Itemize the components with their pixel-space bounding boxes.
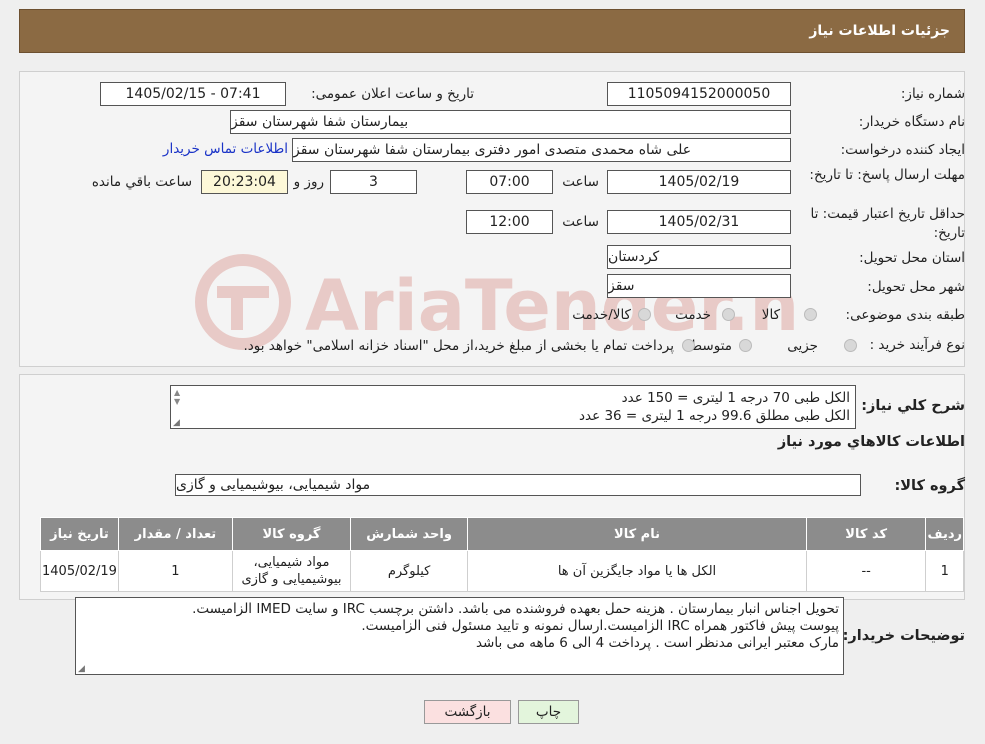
goods-group-label: گروه کالا:: [894, 478, 965, 494]
process-payment-checkbox[interactable]: [682, 339, 695, 352]
province-field[interactable]: کردستان: [607, 245, 791, 269]
validity-time-field[interactable]: 12:00: [466, 210, 553, 234]
table-row[interactable]: 1 -- الکل ها یا مواد جایگزین آن ها کیلوگ…: [40, 550, 964, 592]
col-date: تاريخ نياز: [40, 517, 119, 551]
cell-qty: 1: [117, 550, 233, 592]
deadline-label: مهلت ارسال پاسخ: تا تاریخ:: [809, 167, 965, 183]
goods-info-title: اطلاعات کالاهاي مورد نياز: [777, 434, 965, 450]
payment-note: پرداخت تمام یا بخشی از مبلغ خرید،از محل …: [243, 338, 674, 354]
summary-line-1: الکل طبی 70 درجه 1 لیتری = 150 عدد: [621, 390, 850, 406]
days-remaining-field[interactable]: 3: [330, 170, 417, 194]
cell-unit: کیلوگرم: [350, 550, 469, 592]
resize-grip-icon[interactable]: ◢: [78, 664, 85, 674]
need-number-label: شماره نیاز:: [900, 86, 965, 102]
process-medium-label: متوسط: [689, 338, 732, 354]
table-header-row: رديف کد کالا نام کالا واحد شمارش گروه کا…: [40, 517, 964, 551]
deadline-time-field[interactable]: 07:00: [466, 170, 553, 194]
cell-code: --: [805, 550, 927, 592]
cell-name: الکل ها یا مواد جایگزین آن ها: [467, 550, 807, 592]
category-both-label: کالا/خدمت: [572, 307, 631, 323]
items-table: رديف کد کالا نام کالا واحد شمارش گروه کا…: [40, 517, 964, 592]
resize-grip-icon[interactable]: ◢: [173, 418, 180, 428]
col-name: نام کالا: [467, 517, 807, 551]
announce-date-field[interactable]: 1405/02/15 - 07:41: [100, 82, 286, 106]
process-type-label: نوع فرآیند خرید :: [869, 337, 965, 353]
city-label: شهر محل تحویل:: [867, 279, 965, 295]
notes-line-3: مارک معتبر ایرانی مدنظر است . پرداخت 4 ا…: [475, 635, 839, 651]
validity-time-label: ساعت: [562, 214, 599, 230]
summary-line-2: الکل طبی مطلق 99.6 درجه 1 لیتری = 36 عدد: [579, 408, 850, 424]
cell-group-line-2: بیوشیمیایی و گازی: [241, 572, 342, 587]
deadline-time-label: ساعت: [562, 174, 599, 190]
announce-label: تاریخ و ساعت اعلان عمومی:: [311, 86, 474, 102]
cell-date: 1405/02/19: [40, 550, 119, 592]
days-label: روز و: [293, 174, 324, 190]
cell-row: 1: [925, 550, 964, 592]
goods-group-field[interactable]: مواد شیمیایی، بیوشیمیایی و گازی: [175, 474, 861, 496]
need-number-field[interactable]: 1105094152000050: [607, 82, 791, 106]
notes-textarea[interactable]: تحویل اجناس انبار بیمارستان . هزینه حمل …: [75, 597, 844, 675]
category-service-label: خدمت: [675, 307, 711, 323]
city-field[interactable]: سقز: [607, 274, 791, 298]
notes-label: توضیحات خریدار:: [842, 628, 965, 644]
process-partial-radio[interactable]: [844, 339, 857, 352]
cell-group-line-1: مواد شیمیایی،: [253, 555, 330, 570]
category-service-radio[interactable]: [722, 308, 735, 321]
category-goods-radio[interactable]: [804, 308, 817, 321]
province-label: استان محل تحویل:: [859, 250, 965, 266]
col-group: گروه کالا: [231, 517, 352, 551]
remaining-time-field: 20:23:04: [201, 170, 288, 194]
notes-line-2: پیوست پیش فاکتور همراه IRC الزامیست.ارسا…: [361, 618, 839, 634]
cell-group: مواد شیمیایی، بیوشیمیایی و گازی: [231, 550, 352, 592]
category-both-radio[interactable]: [638, 308, 651, 321]
category-label: طبقه بندی موضوعی:: [845, 307, 965, 323]
col-code: کد کالا: [805, 517, 927, 551]
buyer-org-label: نام دستگاه خریدار:: [858, 114, 965, 130]
notes-line-1: تحویل اجناس انبار بیمارستان . هزینه حمل …: [192, 601, 839, 617]
buyer-org-field[interactable]: بیمارستان شفا شهرستان سقز: [230, 110, 791, 134]
category-goods-label: کالا: [761, 307, 780, 323]
col-unit: واحد شمارش: [350, 517, 469, 551]
remaining-label: ساعت باقي مانده: [91, 174, 192, 190]
print-button[interactable]: چاپ: [518, 700, 579, 724]
process-partial-label: جزیی: [787, 338, 818, 354]
summary-textarea[interactable]: الکل طبی 70 درجه 1 لیتری = 150 عدد الکل …: [170, 385, 856, 429]
validity-label: حداقل تاریخ اعتبار قیمت: تا تاریخ:: [810, 206, 965, 241]
col-row: رديف: [925, 517, 964, 551]
creator-label: ایجاد کننده درخواست:: [840, 142, 965, 158]
buyer-contact-link[interactable]: اطلاعات تماس خریدار: [163, 141, 288, 157]
col-qty: تعداد / مقدار: [117, 517, 233, 551]
creator-field[interactable]: علی شاه محمدی متصدی امور دفتری بیمارستان…: [292, 138, 791, 162]
summary-label: شرح کلي نياز:: [861, 398, 965, 414]
page-title: جزئیات اطلاعات نیاز: [809, 23, 950, 39]
deadline-date-field[interactable]: 1405/02/19: [607, 170, 791, 194]
back-button[interactable]: بازگشت: [424, 700, 511, 724]
validity-date-field[interactable]: 1405/02/31: [607, 210, 791, 234]
textarea-scroll-arrows[interactable]: ▲ ▼: [174, 388, 180, 406]
page-header: جزئیات اطلاعات نیاز: [19, 9, 965, 53]
process-medium-radio[interactable]: [739, 339, 752, 352]
